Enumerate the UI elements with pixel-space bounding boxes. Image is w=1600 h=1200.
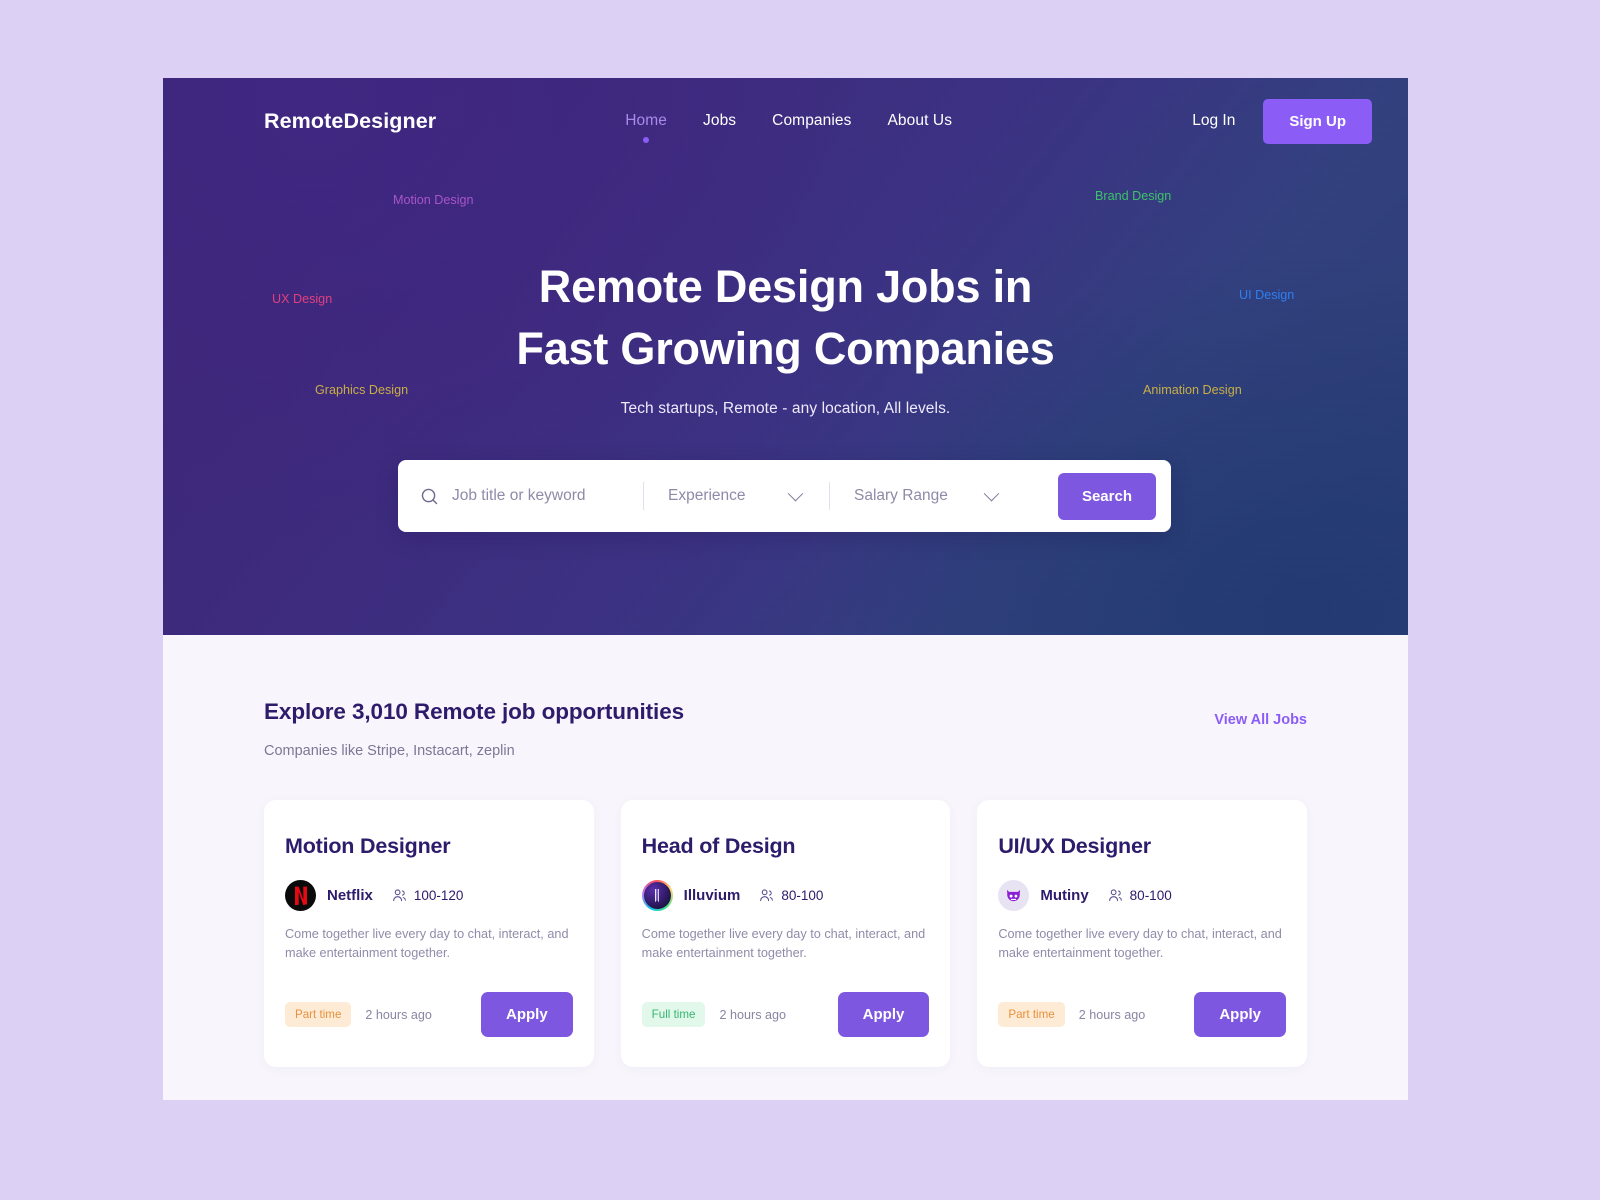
page-canvas: RemoteDesigner Home Jobs Companies About… (163, 78, 1408, 1100)
netflix-logo-icon (285, 880, 316, 911)
job-card[interactable]: UI/UX Designer Mutiny 80-100 Come togeth… (977, 800, 1308, 1067)
chevron-down-icon (787, 485, 804, 501)
brand-logo[interactable]: RemoteDesigner (264, 109, 436, 134)
main-navigation: RemoteDesigner Home Jobs Companies About… (163, 78, 1408, 164)
job-card[interactable]: Motion Designer Netflix 100-120 Come tog… (264, 800, 594, 1067)
headcount: 80-100 (1108, 888, 1172, 903)
nav-item-about-us[interactable]: About Us (887, 112, 952, 130)
view-all-jobs-link[interactable]: View All Jobs (1214, 712, 1307, 728)
hero-subheadline: Tech startups, Remote - any location, Al… (620, 400, 951, 417)
headcount-value: 80-100 (781, 888, 824, 903)
nav-item-companies[interactable]: Companies (772, 112, 851, 130)
tag-motion-design[interactable]: Motion Design (393, 193, 474, 207)
job-title: Head of Design (641, 834, 796, 858)
job-description: Come together live every day to chat, in… (641, 927, 926, 960)
posted-time: 2 hours ago (719, 1007, 787, 1022)
keyword-field[interactable]: Job title or keyword (398, 460, 643, 532)
salary-range-label: Salary Range (854, 487, 948, 504)
job-cards-list: Motion Designer Netflix 100-120 Come tog… (264, 800, 1308, 1067)
hero-copy: Remote Design Jobs in Fast Growing Compa… (163, 256, 1408, 418)
jobs-section: Explore 3,010 Remote job opportunities V… (163, 635, 1408, 1100)
job-title: UI/UX Designer (998, 834, 1151, 858)
jobs-header: Explore 3,010 Remote job opportunities V… (264, 699, 1307, 728)
jobs-title: Explore 3,010 Remote job opportunities (264, 699, 685, 724)
headcount: 100-120 (392, 888, 464, 903)
hero-headline-line-1: Remote Design Jobs in (538, 261, 1033, 312)
mutiny-logo-icon (998, 880, 1030, 911)
salary-range-select[interactable]: Salary Range (830, 460, 1025, 532)
jobs-subtitle: Companies like Stripe, Instacart, zeplin (264, 743, 515, 759)
posted-time: 2 hours ago (1078, 1007, 1146, 1022)
headcount: 80-100 (759, 888, 823, 903)
job-company-row: Mutiny 80-100 (998, 880, 1286, 911)
nav-item-jobs[interactable]: Jobs (703, 112, 736, 130)
job-company-row: Netflix 100-120 (285, 880, 573, 911)
nav-actions: Log In Sign Up (1182, 98, 1372, 144)
job-title: Motion Designer (285, 834, 451, 858)
chevron-down-icon (983, 485, 1000, 501)
signup-button[interactable]: Sign Up (1263, 98, 1372, 144)
job-description: Come together live every day to chat, in… (285, 927, 569, 960)
employment-type-badge: Part time (998, 1002, 1065, 1027)
apply-button[interactable]: Apply (481, 992, 573, 1037)
people-icon (759, 888, 774, 903)
job-card-footer: Part time 2 hours ago Apply (998, 992, 1287, 1037)
job-search-bar: Job title or keyword Experience Salary R… (398, 460, 1171, 532)
nav-links: Home Jobs Companies About Us (625, 112, 952, 130)
tag-brand-design[interactable]: Brand Design (1095, 189, 1171, 203)
keyword-placeholder: Job title or keyword (452, 487, 586, 504)
experience-select[interactable]: Experience (644, 460, 829, 532)
posted-time: 2 hours ago (365, 1007, 432, 1022)
headcount-value: 80-100 (1129, 888, 1172, 903)
apply-button[interactable]: Apply (1194, 992, 1287, 1037)
employment-type-badge: Part time (285, 1002, 352, 1027)
job-company-row: Illuvium 80-100 (641, 880, 930, 911)
employment-type-badge: Full time (641, 1002, 706, 1027)
people-icon (1108, 888, 1123, 903)
hero-section: RemoteDesigner Home Jobs Companies About… (163, 78, 1408, 635)
headcount-value: 100-120 (413, 888, 464, 903)
job-card-footer: Full time 2 hours ago Apply (641, 992, 930, 1037)
company-name: Mutiny (1040, 887, 1089, 904)
apply-button[interactable]: Apply (837, 992, 930, 1037)
job-card[interactable]: Head of Design Illuvium 80-100 Come toge… (620, 800, 951, 1067)
job-card-footer: Part time 2 hours ago Apply (285, 992, 573, 1037)
company-name: Netflix (327, 887, 373, 904)
company-name: Illuvium (683, 887, 741, 904)
experience-label: Experience (668, 487, 746, 504)
search-icon (420, 487, 439, 506)
people-icon (392, 888, 407, 903)
job-description: Come together live every day to chat, in… (998, 927, 1282, 960)
illuvium-logo-icon (641, 880, 673, 911)
search-button[interactable]: Search (1057, 472, 1156, 520)
nav-item-home[interactable]: Home (625, 112, 667, 130)
hero-headline-line-2: Fast Growing Companies (516, 323, 1055, 374)
login-link[interactable]: Log In (1182, 104, 1245, 138)
